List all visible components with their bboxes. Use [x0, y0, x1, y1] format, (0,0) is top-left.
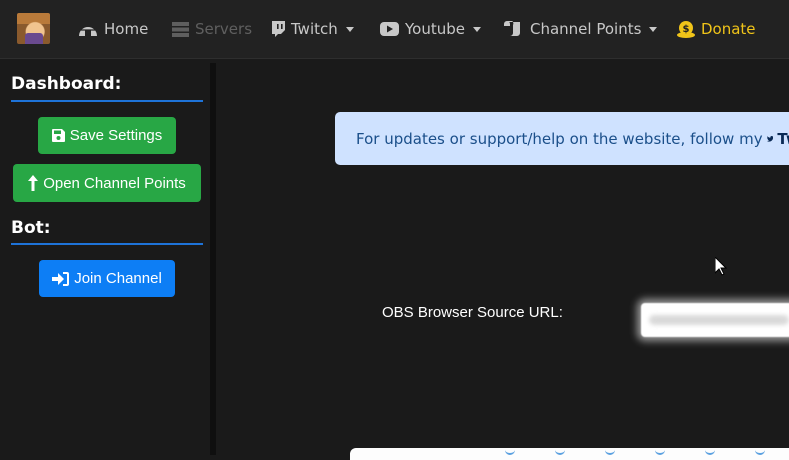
navbar: Home Servers Twitch Youtube Channel Poin… [0, 0, 789, 59]
join-channel-label: Join Channel [74, 270, 162, 287]
obs-url-redacted-value [649, 315, 789, 325]
open-channel-points-label: Open Channel Points [43, 174, 186, 192]
obs-url-label: OBS Browser Source URL: [382, 304, 563, 321]
nav-home-label: Home [104, 20, 149, 38]
save-settings-button[interactable]: Save Settings [38, 117, 176, 154]
sign-in-icon [52, 271, 70, 286]
open-channel-points-button[interactable]: Open Channel Points [13, 164, 201, 202]
nav-youtube-label: Youtube [405, 20, 465, 38]
obs-url-input[interactable] [641, 303, 789, 337]
nav-donate-label: Donate [701, 20, 756, 38]
bot-heading: Bot: [11, 218, 51, 238]
igloo-icon [79, 25, 97, 36]
bot-divider [11, 243, 203, 245]
dashboard-heading: Dashboard: [11, 74, 122, 94]
cursor-icon [715, 257, 727, 276]
nav-servers: Servers [172, 19, 252, 39]
nav-home[interactable]: Home [78, 19, 148, 39]
info-alert: For updates or support/help on the websi… [335, 112, 789, 165]
chevron-down-icon [473, 26, 481, 32]
alert-text: For updates or support/help on the websi… [356, 129, 763, 148]
coin-icon: $ [677, 20, 695, 38]
nav-twitch-dropdown[interactable]: Twitch [271, 19, 354, 39]
youtube-icon [380, 22, 399, 36]
nav-channel-points-label: Channel Points [530, 20, 642, 38]
save-settings-label: Save Settings [69, 127, 163, 144]
nav-youtube-dropdown[interactable]: Youtube [380, 19, 481, 39]
bottom-panel [350, 448, 789, 460]
dashboard-divider [11, 100, 203, 102]
sidebar: Dashboard: Save Settings Open Channel Po… [0, 63, 216, 455]
arrow-up-icon [28, 175, 39, 191]
save-icon [51, 129, 65, 142]
twitter-link[interactable]: Twi [777, 130, 789, 148]
nav-servers-label: Servers [195, 20, 253, 38]
chevron-down-icon [649, 26, 658, 32]
scroll-icon [504, 21, 520, 36]
nav-twitch-label: Twitch [291, 20, 338, 38]
nav-donate[interactable]: $ Donate [677, 19, 756, 39]
nav-channel-points-dropdown[interactable]: Channel Points [504, 19, 658, 39]
join-channel-button[interactable]: Join Channel [39, 260, 175, 297]
chevron-down-icon [345, 26, 354, 32]
twitch-icon [272, 21, 285, 37]
twitter-icon [766, 135, 774, 142]
server-icon [172, 21, 189, 37]
svg-text:$: $ [683, 24, 690, 35]
avatar[interactable] [17, 13, 50, 44]
